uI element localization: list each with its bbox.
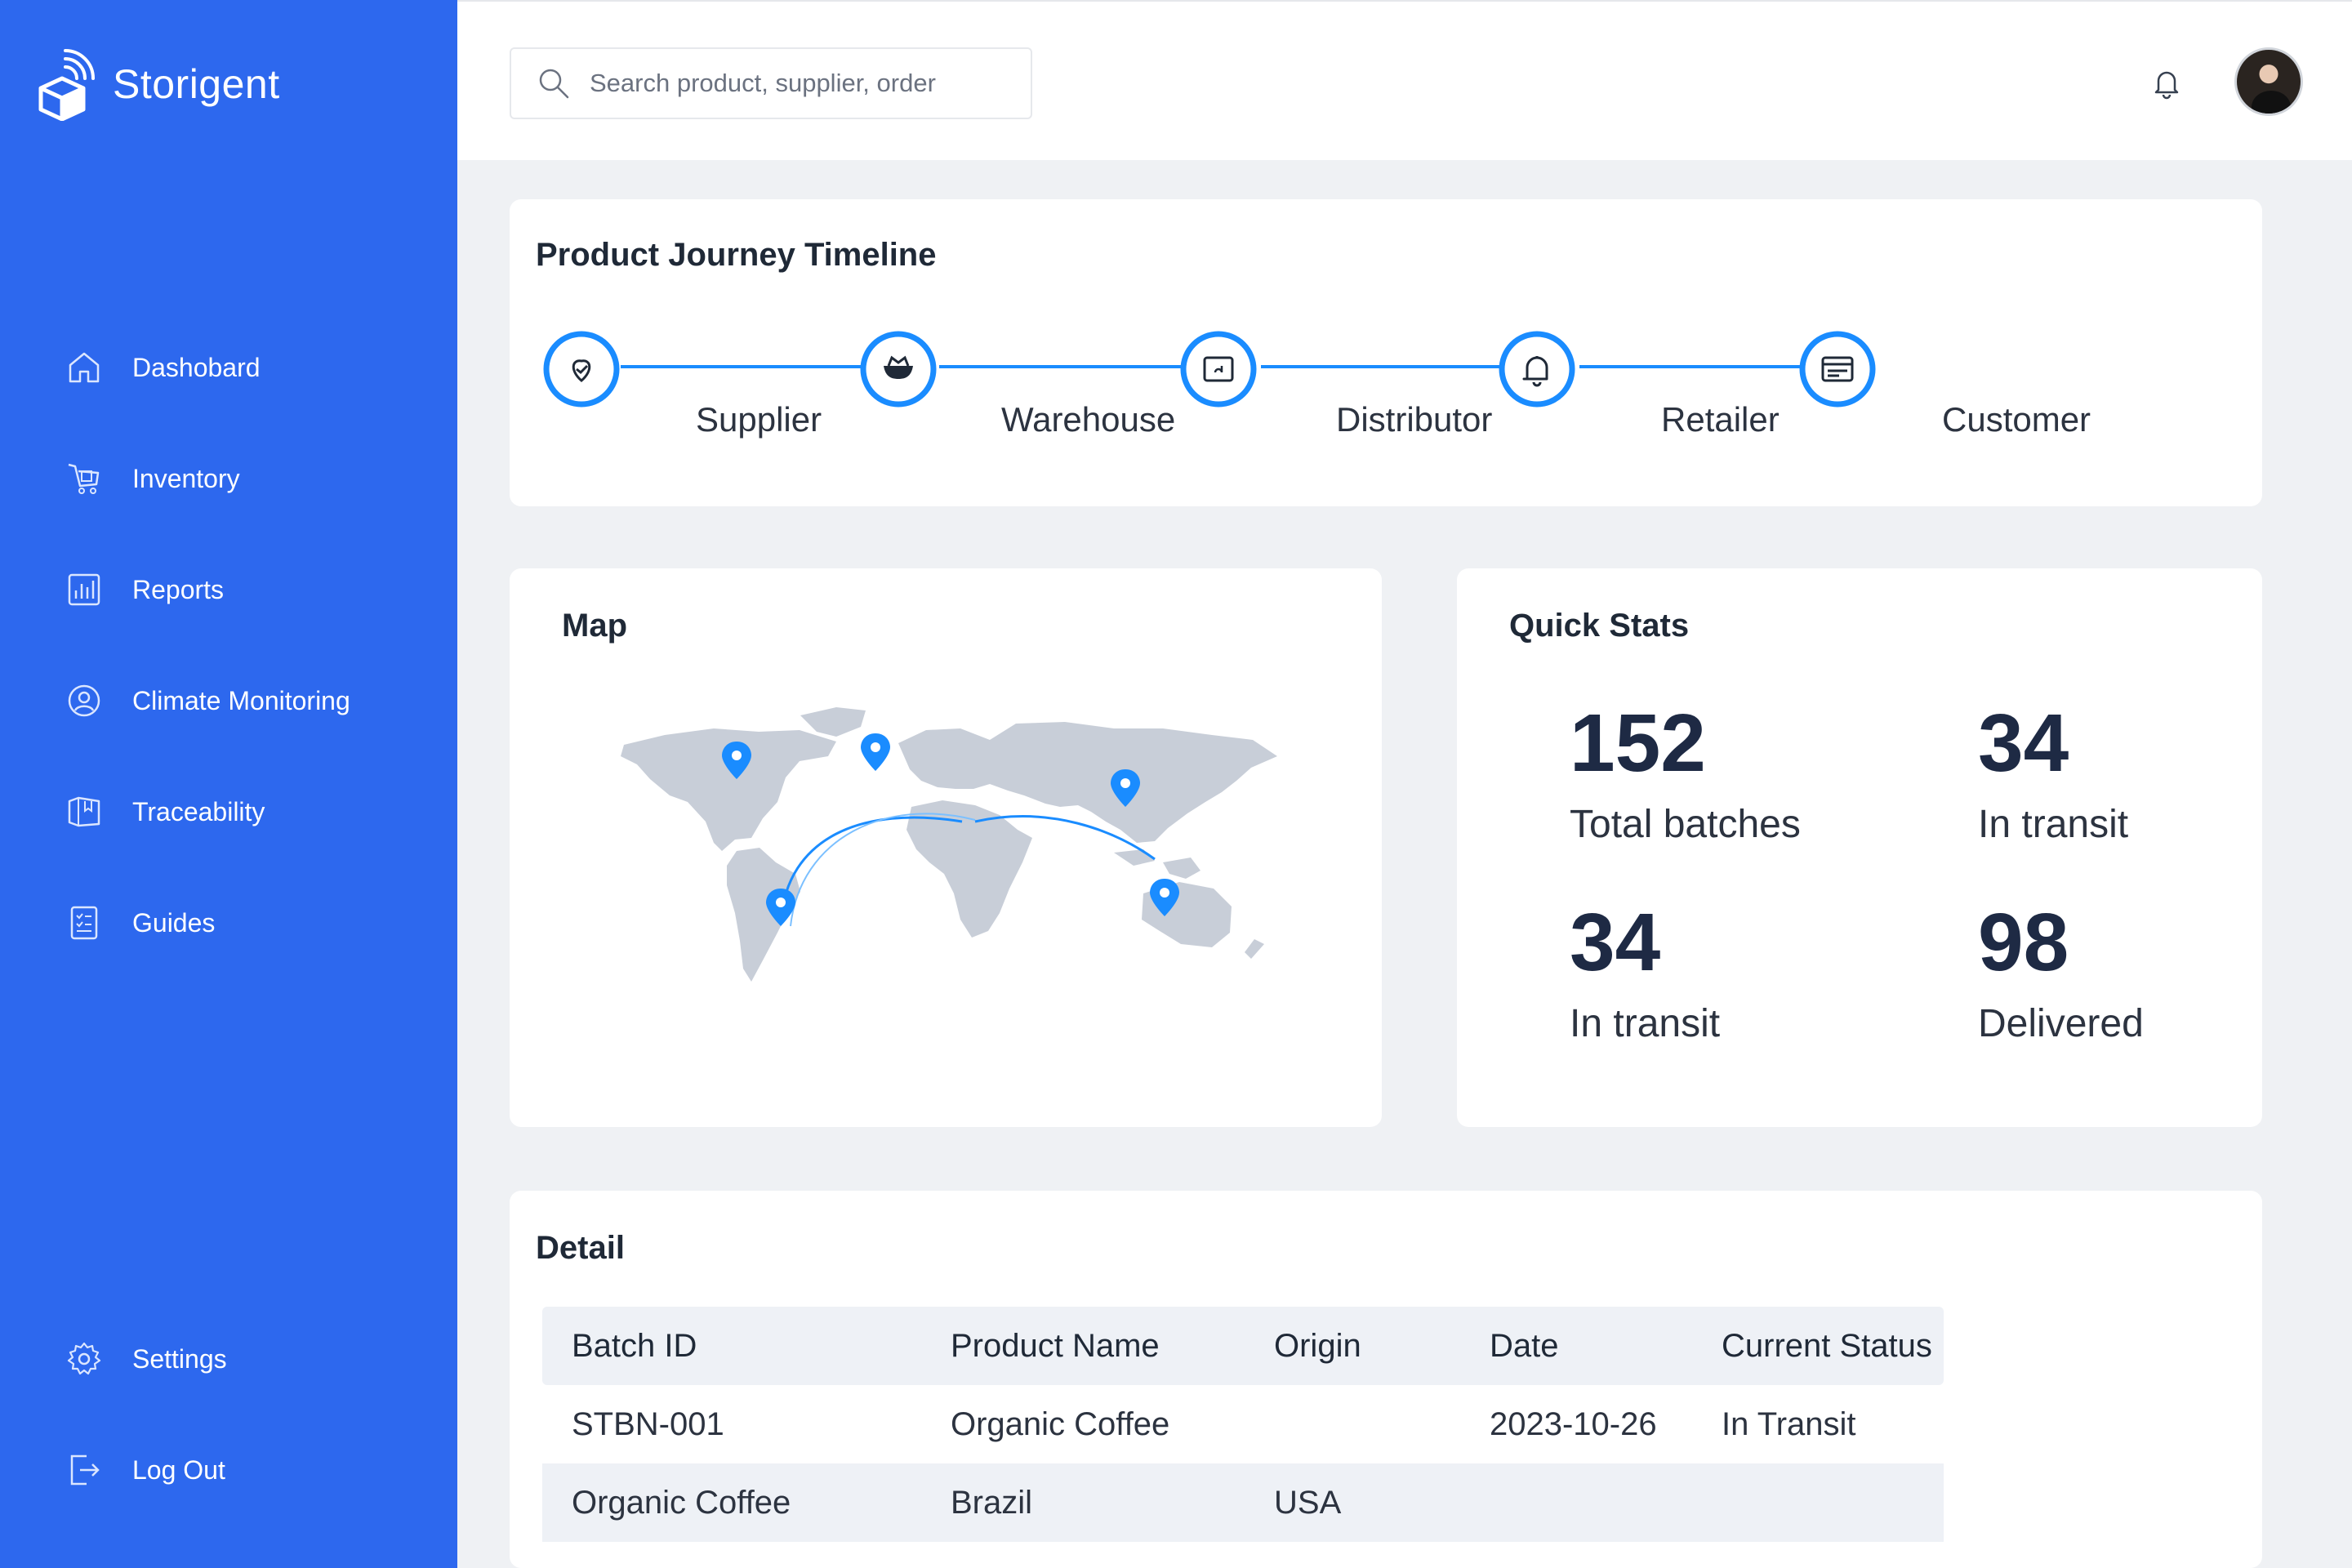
world-map[interactable] — [591, 699, 1302, 1026]
timeline-graphic — [621, 355, 1842, 378]
storigent-logo-icon — [38, 49, 95, 121]
table-cell: USA — [1274, 1485, 1342, 1521]
logout-icon — [65, 1451, 103, 1489]
sidebar-item-climate-monitoring[interactable]: Climate Monitoring — [65, 676, 350, 725]
sidebar: Storigent Dashobard Inventory Reports Cl… — [0, 0, 457, 1568]
stat-total-batches: 152 Total batches — [1570, 702, 1801, 847]
stage-label-customer: Customer — [1942, 400, 2091, 439]
detail-table: Batch ID Product Name Origin Date Curren… — [542, 1307, 1944, 1542]
sidebar-nav: Dashobard Inventory Reports Climate Moni… — [65, 343, 350, 1009]
table-cell: Organic Coffee — [951, 1406, 1170, 1442]
column-header[interactable]: Batch ID — [572, 1307, 697, 1385]
search-box[interactable] — [510, 47, 1032, 119]
warehouse-stage-icon[interactable] — [859, 330, 938, 408]
home-icon — [65, 349, 103, 386]
detail-card: Detail Batch ID Product Name Origin Date… — [510, 1191, 2262, 1568]
column-header[interactable]: Product Name — [951, 1307, 1160, 1385]
search-input[interactable] — [590, 69, 1014, 98]
product-journey-timeline-card: Product Journey Timeline Supplier Wareho… — [510, 199, 2262, 506]
retailer-stage-icon[interactable] — [1498, 330, 1576, 408]
sidebar-bottom-nav: Settings Log Out — [65, 1334, 227, 1557]
brand-name: Storigent — [113, 61, 280, 107]
stat-label: Total batches — [1570, 803, 1801, 846]
map-title: Map — [562, 608, 627, 644]
customer-stage-icon[interactable] — [1798, 330, 1877, 408]
bar-chart-icon — [65, 571, 103, 608]
table-cell: 2023-10-26 — [1490, 1406, 1657, 1442]
map-card: Map — [510, 568, 1382, 1127]
table-cell: Organic Coffee — [572, 1485, 791, 1521]
user-circle-icon — [65, 682, 103, 719]
stat-value: 34 — [1570, 897, 1661, 988]
sidebar-item-label: Reports — [132, 574, 225, 604]
stat-in-transit-secondary: 34 In transit — [1570, 902, 1720, 1046]
sidebar-item-settings[interactable]: Settings — [65, 1334, 227, 1383]
stat-delivered: 98 Delivered — [1978, 902, 2144, 1046]
detail-title: Detail — [536, 1230, 625, 1266]
stat-in-transit: 34 In transit — [1978, 702, 2128, 847]
stat-label: In transit — [1978, 803, 2129, 846]
stage-label-warehouse: Warehouse — [1001, 400, 1176, 439]
sidebar-item-logout[interactable]: Log Out — [65, 1446, 227, 1494]
brand-logo[interactable]: Storigent — [36, 36, 280, 121]
column-header[interactable]: Current Status — [1722, 1307, 1932, 1385]
search-icon — [539, 69, 569, 99]
user-avatar[interactable] — [2234, 47, 2303, 116]
sidebar-item-traceability[interactable]: Traceability — [65, 787, 350, 836]
map-pin-europe[interactable] — [861, 733, 890, 771]
stat-value: 98 — [1978, 897, 2069, 988]
sidebar-item-guides[interactable]: Guides — [65, 898, 350, 947]
sidebar-item-label: Guides — [132, 907, 216, 938]
sidebar-item-label: Dashobard — [132, 352, 261, 382]
quick-stats-title: Quick Stats — [1509, 608, 1690, 644]
table-cell: In Transit — [1722, 1406, 1856, 1442]
stat-label: Delivered — [1978, 1002, 2144, 1045]
table-row[interactable]: STBN-001 Organic Coffee 2023-10-26 In Tr… — [542, 1385, 1944, 1463]
top-bar — [457, 0, 2352, 160]
table-row[interactable]: Organic Coffee Brazil USA — [542, 1463, 1944, 1542]
table-header-row: Batch ID Product Name Origin Date Curren… — [542, 1307, 1944, 1385]
sidebar-item-inventory[interactable]: Inventory — [65, 454, 350, 503]
distributor-stage-icon[interactable] — [1179, 330, 1258, 408]
column-header[interactable]: Date — [1490, 1307, 1559, 1385]
gear-icon — [65, 1340, 103, 1378]
checklist-icon — [65, 904, 103, 942]
sidebar-item-label: Inventory — [132, 463, 240, 493]
sidebar-item-label: Settings — [132, 1343, 227, 1374]
sidebar-item-label: Log Out — [132, 1454, 225, 1485]
sidebar-item-label: Traceability — [132, 796, 265, 826]
sidebar-item-label: Climate Monitoring — [132, 685, 350, 715]
stat-value: 152 — [1570, 697, 1706, 789]
quick-stats-card: Quick Stats 152 Total batches 34 In tran… — [1457, 568, 2262, 1127]
stage-label-retailer: Retailer — [1661, 400, 1780, 439]
cart-icon — [65, 460, 103, 497]
sidebar-item-reports[interactable]: Reports — [65, 565, 350, 614]
notification-bell-icon[interactable] — [2148, 64, 2185, 101]
table-cell: STBN-001 — [572, 1406, 724, 1442]
table-cell: Brazil — [951, 1485, 1033, 1521]
stat-value: 34 — [1978, 697, 2069, 789]
stage-label-distributor: Distributor — [1336, 400, 1493, 439]
column-header[interactable]: Origin — [1274, 1307, 1361, 1385]
sidebar-item-dashboard[interactable]: Dashobard — [65, 343, 350, 392]
stage-label-supplier: Supplier — [696, 400, 822, 439]
supplier-stage-icon[interactable] — [542, 330, 621, 408]
stat-label: In transit — [1570, 1002, 1721, 1045]
box-icon — [65, 793, 103, 831]
